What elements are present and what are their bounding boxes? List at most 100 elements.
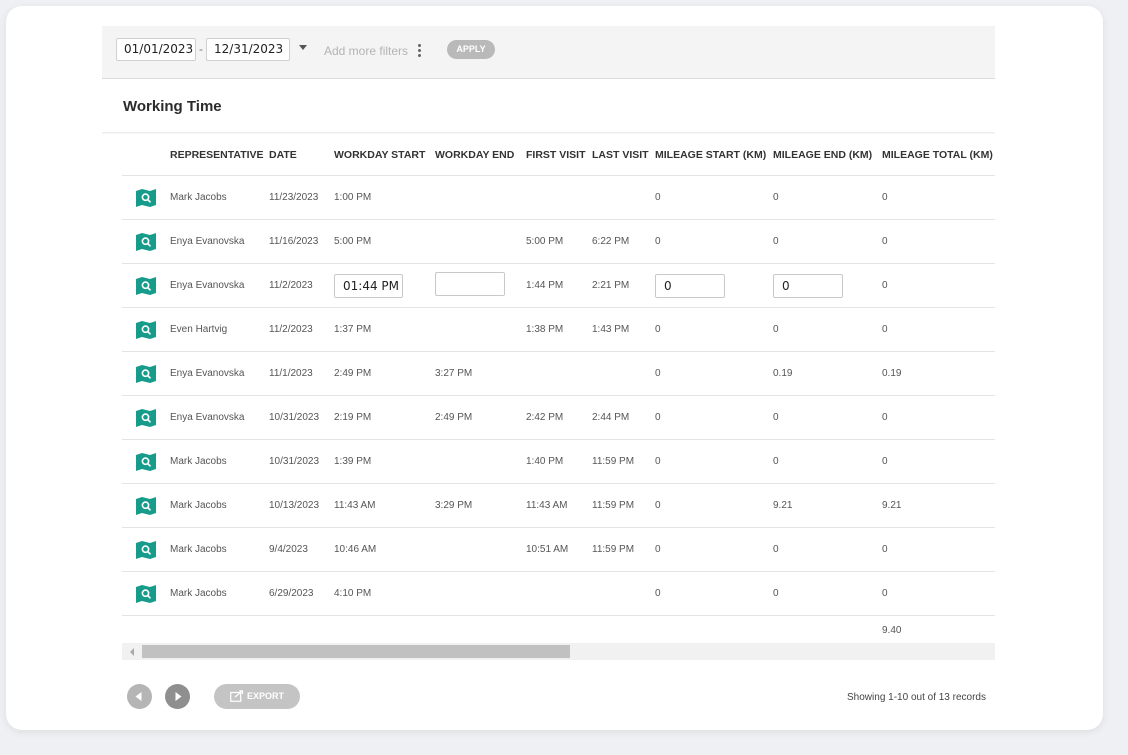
- map-search-icon[interactable]: [135, 188, 157, 208]
- apply-button[interactable]: APPLY: [447, 40, 495, 59]
- col-header-mileage-total[interactable]: MILEAGE TOTAL (KM): [882, 134, 995, 176]
- cell-mileage-total: 0: [882, 571, 995, 616]
- table-row[interactable]: Enya Evanovska 11/1/2023 2:49 PM 3:27 PM 0 0.…: [122, 351, 995, 396]
- col-header-workday-end[interactable]: WORKDAY END: [435, 134, 526, 176]
- working-time-panel: 01/01/2023 - 12/31/2023 Add more filters…: [102, 26, 995, 711]
- table-row[interactable]: Mark Jacobs6/29/20234:10 PM0000: [122, 571, 995, 616]
- cell-last-visit: [592, 175, 655, 220]
- table-row[interactable]: Mark Jacobs 10/13/2023 11:43 AM 3:29 PM 11:4…: [122, 483, 995, 528]
- cell-workday-end: [435, 219, 526, 264]
- map-search-icon[interactable]: [135, 364, 157, 384]
- prev-page-button[interactable]: [127, 684, 152, 709]
- totals-cell: [334, 615, 435, 644]
- cell-date: 11/2/2023: [269, 263, 334, 308]
- edit-workday-start-input[interactable]: 01:44 PM: [334, 273, 403, 298]
- table-body: Mark Jacobs11/23/20231:00 PM0000 Enya Eva…: [122, 175, 995, 644]
- table-row[interactable]: Mark Jacobs11/23/20231:00 PM0000: [122, 175, 995, 220]
- table-header-row: REPRESENTATIVE DATE WORKDAY START WORKDA…: [122, 134, 995, 176]
- cell-mileage-total: 0: [882, 527, 995, 572]
- cell-first-visit: 1:38 PM: [526, 307, 592, 352]
- map-search-icon[interactable]: [135, 232, 157, 252]
- col-header-mileage-start[interactable]: MILEAGE START (KM): [655, 134, 773, 176]
- kebab-menu-icon[interactable]: [418, 44, 421, 57]
- col-header-workday-start[interactable]: WORKDAY START: [334, 134, 435, 176]
- map-icon-cell: [122, 351, 170, 396]
- totals-cell: [773, 615, 882, 644]
- cell-representative: Even Hartvig: [170, 307, 269, 352]
- edit-mileage-end-input[interactable]: 0: [773, 273, 843, 298]
- cell-last-visit: [592, 351, 655, 396]
- col-header-first-visit[interactable]: FIRST VISIT: [526, 134, 592, 176]
- table-row[interactable]: Enya Evanovska 10/31/2023 2:19 PM 2:49 PM 2:…: [122, 395, 995, 440]
- cell-mileage-end: 0: [773, 219, 882, 264]
- cell-mileage-end: 0: [773, 439, 882, 484]
- map-search-icon[interactable]: [135, 584, 157, 604]
- cell-workday-end: [435, 175, 526, 220]
- cell-mileage-start: 0: [655, 395, 773, 440]
- cell-date: 11/23/2023: [269, 175, 334, 220]
- totals-row: 9.400: [122, 615, 995, 644]
- cell-date: 10/13/2023: [269, 483, 334, 528]
- cell-workday-end: [435, 263, 526, 308]
- cell-date: 11/2/2023: [269, 307, 334, 352]
- date-to-input[interactable]: 12/31/2023: [206, 38, 290, 61]
- table-row[interactable]: Enya Evanovska 11/16/2023 5:00 PM 5:00 PM 6:…: [122, 219, 995, 264]
- cell-last-visit: [592, 571, 655, 616]
- cell-mileage-total: 0: [882, 395, 995, 440]
- totals-cell: [526, 615, 592, 644]
- edit-mileage-start-input[interactable]: 0: [655, 273, 725, 298]
- col-header-mileage-end[interactable]: MILEAGE END (KM): [773, 134, 882, 176]
- table-row[interactable]: Enya Evanovska 11/2/2023 01:44 PM 1:44 PM 2:…: [122, 263, 995, 308]
- cell-first-visit: 10:51 AM: [526, 527, 592, 572]
- date-from-input[interactable]: 01/01/2023: [116, 38, 196, 61]
- map-search-icon[interactable]: [135, 496, 157, 516]
- cell-first-visit: 11:43 AM: [526, 483, 592, 528]
- table-row[interactable]: Mark Jacobs 10/31/2023 1:39 PM 1:40 PM 11:59…: [122, 439, 995, 484]
- prev-page-icon: [127, 684, 152, 709]
- cell-workday-start: 2:19 PM: [334, 395, 435, 440]
- cell-mileage-total: 0: [882, 219, 995, 264]
- col-header-icon: [122, 134, 170, 176]
- cell-workday-end: 3:29 PM: [435, 483, 526, 528]
- chevron-down-icon[interactable]: [299, 45, 307, 50]
- cell-mileage-start: 0: [655, 307, 773, 352]
- col-header-representative[interactable]: REPRESENTATIVE: [170, 134, 269, 176]
- horizontal-scrollbar[interactable]: [122, 643, 995, 660]
- map-search-icon[interactable]: [135, 452, 157, 472]
- table-row[interactable]: Even Hartvig 11/2/2023 1:37 PM 1:38 PM 1:43 …: [122, 307, 995, 352]
- cell-date: 10/31/2023: [269, 395, 334, 440]
- scroll-left-arrow-icon[interactable]: [130, 648, 134, 656]
- map-search-icon[interactable]: [135, 408, 157, 428]
- map-search-icon[interactable]: [135, 276, 157, 296]
- cell-representative: Enya Evanovska: [170, 263, 269, 308]
- col-header-last-visit[interactable]: LAST VISIT: [592, 134, 655, 176]
- cell-first-visit: 5:00 PM: [526, 219, 592, 264]
- cell-last-visit: 2:44 PM: [592, 395, 655, 440]
- add-more-filters-link[interactable]: Add more filters: [324, 44, 408, 58]
- export-button[interactable]: EXPORT: [214, 684, 300, 709]
- next-page-button[interactable]: [165, 684, 190, 709]
- cell-representative: Enya Evanovska: [170, 395, 269, 440]
- cell-mileage-end: 0.19: [773, 351, 882, 396]
- map-search-icon[interactable]: [135, 540, 157, 560]
- table-row[interactable]: Mark Jacobs 9/4/2023 10:46 AM 10:51 AM 11:59…: [122, 527, 995, 572]
- cell-representative: Enya Evanovska: [170, 351, 269, 396]
- cell-first-visit: 1:40 PM: [526, 439, 592, 484]
- totals-cell: [122, 615, 170, 644]
- cell-mileage-end: 0: [773, 571, 882, 616]
- map-icon-cell: [122, 395, 170, 440]
- edit-workday-end-input[interactable]: [435, 272, 505, 296]
- scrollbar-thumb[interactable]: [142, 645, 570, 658]
- cell-mileage-start: 0: [655, 219, 773, 264]
- cell-last-visit: 6:22 PM: [592, 219, 655, 264]
- cell-workday-start: 5:00 PM: [334, 219, 435, 264]
- map-search-icon[interactable]: [135, 320, 157, 340]
- cell-last-visit: 1:43 PM: [592, 307, 655, 352]
- cell-date: 11/16/2023: [269, 219, 334, 264]
- cell-workday-start: 01:44 PM: [334, 263, 435, 308]
- cell-workday-start: 2:49 PM: [334, 351, 435, 396]
- col-header-date[interactable]: DATE: [269, 134, 334, 176]
- date-separator: -: [199, 42, 203, 56]
- map-icon-cell: [122, 219, 170, 264]
- totals-cell: [435, 615, 526, 644]
